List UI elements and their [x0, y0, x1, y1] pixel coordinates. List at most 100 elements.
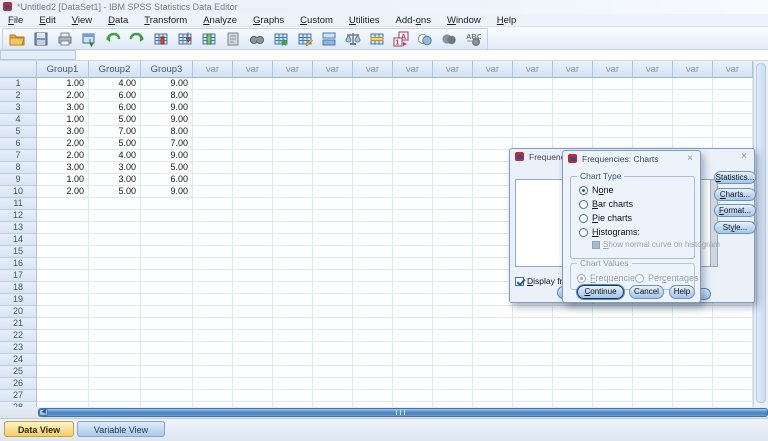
data-cell[interactable] [37, 342, 89, 354]
row-number[interactable]: 17 [0, 270, 37, 282]
empty-cell[interactable] [193, 162, 233, 174]
empty-cell[interactable] [273, 354, 313, 366]
data-cell[interactable]: 8.00 [141, 90, 193, 102]
empty-cell[interactable] [553, 78, 593, 90]
data-cell[interactable]: 9.00 [141, 114, 193, 126]
empty-cell[interactable] [353, 294, 393, 306]
empty-cell[interactable] [433, 342, 473, 354]
data-cell[interactable] [141, 222, 193, 234]
empty-cell[interactable] [473, 246, 513, 258]
empty-cell[interactable] [593, 390, 633, 402]
row-number[interactable]: 25 [0, 366, 37, 378]
empty-cell[interactable] [233, 234, 273, 246]
empty-cell[interactable] [473, 174, 513, 186]
empty-cell[interactable] [513, 342, 553, 354]
empty-cell[interactable] [313, 318, 353, 330]
row-number[interactable]: 14 [0, 234, 37, 246]
empty-cell[interactable] [633, 330, 673, 342]
empty-cell[interactable] [593, 78, 633, 90]
data-cell[interactable]: 9.00 [141, 186, 193, 198]
empty-cell[interactable] [353, 270, 393, 282]
empty-cell[interactable] [633, 102, 673, 114]
data-cell[interactable] [89, 234, 141, 246]
data-cell[interactable] [89, 210, 141, 222]
column-header-var[interactable]: var [393, 61, 433, 78]
empty-cell[interactable] [273, 150, 313, 162]
data-cell[interactable]: 9.00 [141, 78, 193, 90]
empty-cell[interactable] [353, 150, 393, 162]
column-header-group2[interactable]: Group2 [89, 61, 141, 78]
empty-cell[interactable] [353, 390, 393, 402]
empty-cell[interactable] [433, 186, 473, 198]
empty-cell[interactable] [233, 102, 273, 114]
empty-cell[interactable] [193, 342, 233, 354]
empty-cell[interactable] [233, 294, 273, 306]
charts-button[interactable]: Charts... [714, 188, 756, 201]
empty-cell[interactable] [713, 114, 753, 126]
empty-cell[interactable] [353, 174, 393, 186]
empty-cell[interactable] [233, 354, 273, 366]
empty-cell[interactable] [713, 318, 753, 330]
goto-case-button[interactable] [173, 30, 197, 49]
empty-cell[interactable] [233, 390, 273, 402]
empty-cell[interactable] [473, 222, 513, 234]
print-button[interactable] [53, 30, 77, 49]
empty-cell[interactable] [393, 90, 433, 102]
empty-cell[interactable] [193, 330, 233, 342]
empty-cell[interactable] [473, 270, 513, 282]
empty-cell[interactable] [713, 102, 753, 114]
empty-cell[interactable] [193, 210, 233, 222]
empty-cell[interactable] [313, 138, 353, 150]
tab-data-view[interactable]: Data View [4, 421, 74, 437]
value-labels-button[interactable]: A1 [389, 30, 413, 49]
data-cell[interactable] [141, 234, 193, 246]
style-button[interactable]: Style... [714, 221, 756, 234]
data-cell[interactable] [37, 222, 89, 234]
empty-cell[interactable] [713, 306, 753, 318]
empty-cell[interactable] [593, 126, 633, 138]
empty-cell[interactable] [513, 390, 553, 402]
empty-cell[interactable] [593, 90, 633, 102]
data-cell[interactable]: 5.00 [89, 186, 141, 198]
empty-cell[interactable] [553, 378, 593, 390]
empty-cell[interactable] [593, 102, 633, 114]
empty-cell[interactable] [393, 138, 433, 150]
empty-cell[interactable] [513, 330, 553, 342]
empty-cell[interactable] [233, 150, 273, 162]
column-header-var[interactable]: var [593, 61, 633, 78]
row-number[interactable]: 8 [0, 162, 37, 174]
empty-cell[interactable] [433, 234, 473, 246]
empty-cell[interactable] [393, 294, 433, 306]
empty-cell[interactable] [633, 126, 673, 138]
menu-item-file[interactable]: File [0, 14, 31, 27]
empty-cell[interactable] [593, 114, 633, 126]
data-cell[interactable]: 9.00 [141, 150, 193, 162]
empty-cell[interactable] [393, 342, 433, 354]
empty-cell[interactable] [673, 342, 713, 354]
empty-cell[interactable] [473, 186, 513, 198]
empty-cell[interactable] [193, 258, 233, 270]
empty-cell[interactable] [673, 330, 713, 342]
data-cell[interactable] [37, 198, 89, 210]
data-cell[interactable]: 6.00 [89, 102, 141, 114]
empty-cell[interactable] [313, 174, 353, 186]
close-icon[interactable]: × [741, 151, 747, 163]
column-header-var[interactable]: var [433, 61, 473, 78]
empty-cell[interactable] [193, 246, 233, 258]
empty-cell[interactable] [313, 90, 353, 102]
empty-cell[interactable] [313, 186, 353, 198]
empty-cell[interactable] [713, 378, 753, 390]
empty-cell[interactable] [273, 246, 313, 258]
empty-cell[interactable] [433, 114, 473, 126]
checkbox-checked-icon[interactable] [515, 276, 524, 286]
data-cell[interactable] [141, 318, 193, 330]
spell-check-button[interactable]: ABC [461, 30, 485, 49]
empty-cell[interactable] [433, 294, 473, 306]
data-cell[interactable]: 2.00 [37, 90, 89, 102]
empty-cell[interactable] [233, 246, 273, 258]
empty-cell[interactable] [553, 90, 593, 102]
empty-cell[interactable] [393, 222, 433, 234]
data-cell[interactable] [89, 390, 141, 402]
data-cell[interactable]: 1.00 [37, 78, 89, 90]
empty-cell[interactable] [473, 342, 513, 354]
